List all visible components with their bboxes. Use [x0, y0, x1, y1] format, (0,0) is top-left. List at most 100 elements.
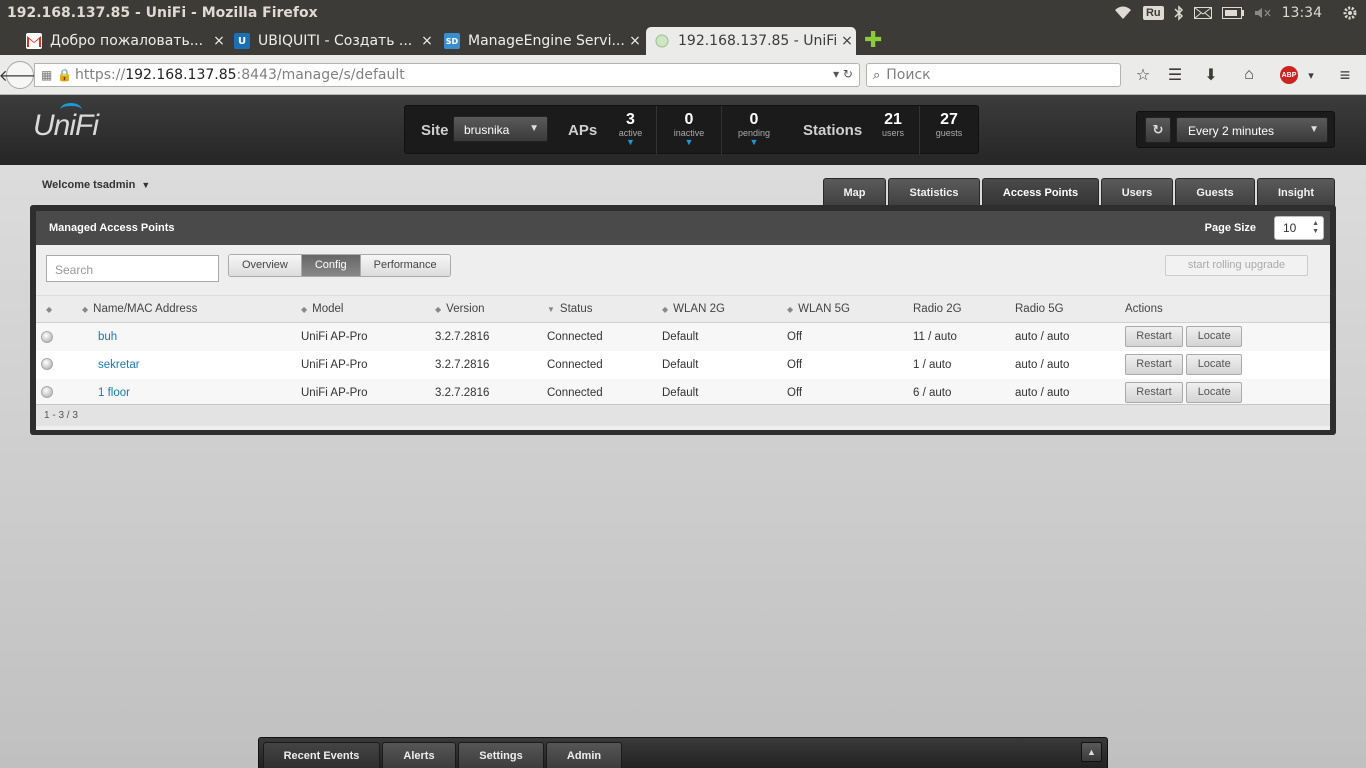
device-state-cell: [36, 322, 82, 351]
restart-button[interactable]: Restart: [1125, 326, 1183, 348]
column-header-wlan5g[interactable]: ◆ WLAN 5G: [787, 295, 913, 323]
device-name-link[interactable]: 1 floor: [98, 387, 130, 399]
refresh-interval-select[interactable]: Every 2 minutes ▼: [1176, 117, 1328, 143]
table-row[interactable]: sekretar UniFi AP-Pro 3.2.7.2816 Connect…: [36, 350, 1330, 379]
gear-icon[interactable]: [1342, 0, 1358, 25]
column-header-actions: Actions: [1125, 295, 1330, 323]
refresh-icon[interactable]: ↻: [1145, 117, 1171, 143]
column-header-version[interactable]: ◆ Version: [435, 295, 547, 323]
browser-tab-servicedesk[interactable]: SD ManageEngine Servi... ×: [436, 27, 644, 55]
sort-icon: ◆: [662, 305, 669, 314]
lock-icon[interactable]: 🔒: [57, 68, 72, 82]
status-cell: Connected: [547, 322, 662, 351]
column-header-state[interactable]: ◆: [36, 295, 82, 323]
site-select[interactable]: brusnika ▼: [453, 116, 548, 142]
browser-tab-unifi[interactable]: 192.168.137.85 - UniFi ×: [646, 27, 856, 55]
stat-users[interactable]: 21 users: [867, 106, 919, 155]
table-row[interactable]: buh UniFi AP-Pro 3.2.7.2816 Connected De…: [36, 322, 1330, 351]
page-size-select[interactable]: 10 ▲ ▼: [1274, 216, 1324, 240]
column-header-wlan2g[interactable]: ◆ WLAN 2G: [662, 295, 787, 323]
close-icon[interactable]: ×: [626, 33, 644, 49]
restart-button[interactable]: Restart: [1125, 382, 1183, 403]
wlan2g-cell: Default: [662, 378, 787, 407]
tab-admin[interactable]: Admin: [546, 742, 622, 768]
welcome-text: Welcome tsadmin: [42, 179, 136, 191]
stat-active[interactable]: 3 active ▼: [605, 106, 656, 155]
close-icon[interactable]: ×: [418, 33, 436, 49]
view-toggle: Overview Config Performance: [228, 254, 451, 277]
column-header-name[interactable]: ◆ Name/MAC Address: [82, 295, 301, 323]
locate-button[interactable]: Locate: [1186, 326, 1243, 348]
browser-nav-bar: 🡐 ▦ 🔒 https://192.168.137.85:8443/manage…: [0, 55, 1366, 95]
stat-guests[interactable]: 27 guests: [919, 106, 978, 155]
column-label: Version: [446, 303, 485, 315]
mail-icon[interactable]: [1193, 0, 1212, 25]
column-header-radio5g: Radio 5G: [1015, 295, 1125, 323]
close-icon[interactable]: ×: [838, 33, 856, 49]
site-label: Site: [421, 122, 449, 139]
chevron-up-icon[interactable]: ▲: [1081, 742, 1102, 762]
bluetooth-icon[interactable]: [1174, 0, 1184, 25]
menu-hamburger-icon[interactable]: ≡: [1334, 64, 1356, 86]
device-name-link[interactable]: sekretar: [98, 359, 140, 371]
device-name-link[interactable]: buh: [98, 331, 117, 343]
keyboard-layout-indicator[interactable]: Ru: [1142, 0, 1164, 25]
wlan2g-cell: Default: [662, 322, 787, 351]
view-config-button[interactable]: Config: [301, 255, 361, 276]
reload-icon[interactable]: ▾ ↻: [833, 67, 853, 81]
chevron-down-icon: ▼: [529, 123, 539, 134]
clock[interactable]: 13:34: [1282, 0, 1322, 25]
locate-button[interactable]: Locate: [1186, 382, 1243, 403]
battery-icon[interactable]: [1221, 0, 1244, 25]
column-label: Radio 5G: [1015, 303, 1064, 315]
page-size-value: 10: [1283, 221, 1297, 235]
column-header-status[interactable]: ▼ Status: [547, 295, 662, 323]
new-tab-plus-icon[interactable]: ✚: [864, 29, 884, 51]
tab-guests[interactable]: Guests: [1175, 178, 1255, 206]
rolling-upgrade-button[interactable]: start rolling upgrade: [1165, 255, 1308, 276]
url-path: :8443/manage/s/default: [236, 67, 405, 83]
search-icon: ⌕: [873, 67, 881, 83]
restart-button[interactable]: Restart: [1125, 354, 1183, 375]
view-overview-button[interactable]: Overview: [229, 255, 302, 276]
sort-icon: ◆: [435, 305, 442, 314]
table-row[interactable]: 1 floor UniFi AP-Pro 3.2.7.2816 Connecte…: [36, 378, 1330, 407]
tab-settings[interactable]: Settings: [458, 742, 544, 768]
column-header-model[interactable]: ◆ Model: [301, 295, 435, 323]
content-area: Welcome tsadmin ▼ Map Statistics Access P…: [0, 165, 1366, 768]
search-input[interactable]: Search: [46, 255, 219, 282]
view-performance-button[interactable]: Performance: [360, 255, 450, 276]
browser-tab-gmail[interactable]: Добро пожаловать... ×: [18, 27, 228, 55]
bookmark-star-icon[interactable]: ☆: [1132, 64, 1154, 86]
user-menu[interactable]: Welcome tsadmin ▼: [42, 179, 150, 191]
tab-insight[interactable]: Insight: [1257, 178, 1335, 206]
wifi-icon[interactable]: [1113, 0, 1133, 25]
model-cell: UniFi AP-Pro: [301, 378, 435, 407]
stat-inactive[interactable]: 0 inactive ▼: [656, 106, 721, 155]
stat-pending[interactable]: 0 pending ▼: [721, 106, 786, 155]
refresh-panel: ↻ Every 2 minutes ▼: [1136, 111, 1335, 148]
tab-map[interactable]: Map: [823, 178, 886, 206]
back-arrow-icon[interactable]: 🡐: [0, 61, 41, 89]
download-icon[interactable]: ⬇: [1200, 64, 1222, 86]
volume-muted-icon[interactable]: [1254, 0, 1272, 25]
wlan5g-cell: Off: [787, 378, 913, 407]
chevron-down-icon[interactable]: ▾: [1300, 64, 1322, 86]
tab-recent-events[interactable]: Recent Events: [263, 742, 380, 768]
home-icon[interactable]: ⌂: [1238, 64, 1260, 86]
browser-tab-ubiquiti[interactable]: U UBIQUITI - Создать ... ×: [226, 27, 436, 55]
adblock-icon[interactable]: ABP: [1278, 64, 1300, 86]
tab-access-points[interactable]: Access Points: [982, 178, 1099, 206]
refresh-interval-value: Every 2 minutes: [1188, 124, 1275, 138]
locate-button[interactable]: Locate: [1186, 354, 1243, 375]
bookmarks-list-icon[interactable]: ☰: [1164, 64, 1186, 86]
model-cell: UniFi AP-Pro: [301, 350, 435, 379]
url-bar[interactable]: ▦ 🔒 https://192.168.137.85:8443/manage/s…: [34, 63, 860, 87]
radio5g-cell: auto / auto: [1015, 350, 1125, 379]
tab-statistics[interactable]: Statistics: [888, 178, 980, 206]
browser-search-input[interactable]: ⌕ Поиск: [866, 63, 1121, 87]
url-host: 192.168.137.85: [125, 67, 237, 83]
tab-alerts[interactable]: Alerts: [382, 742, 456, 768]
ubiquiti-icon: U: [234, 33, 250, 49]
tab-users[interactable]: Users: [1101, 178, 1173, 206]
